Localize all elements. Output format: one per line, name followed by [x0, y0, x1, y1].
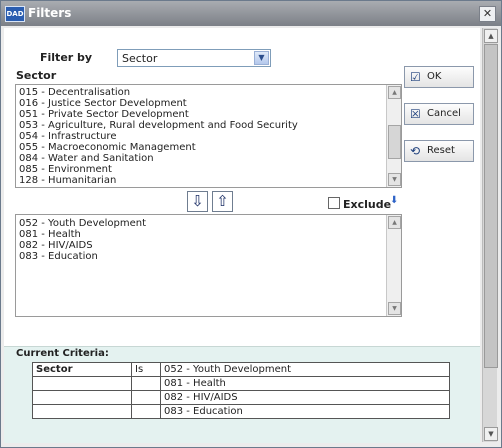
- table-row: 082 - HIV/AIDS: [32, 390, 450, 405]
- criteria-operator-empty: [131, 376, 161, 391]
- criteria-value: 052 - Youth Development: [160, 362, 450, 377]
- move-up-button[interactable]: ⇧: [212, 191, 233, 212]
- checkbox-check-icon: ☑: [410, 70, 421, 84]
- list-item[interactable]: 085 - Environment: [19, 164, 112, 175]
- criteria-title: Current Criteria:: [16, 348, 109, 359]
- available-list-scrollbar[interactable]: ▲ ▼: [386, 85, 401, 187]
- reset-icon: ⟲: [410, 144, 421, 158]
- window-scrollbar[interactable]: ▲ ▼: [482, 28, 498, 442]
- filter-by-select[interactable]: Sector ▼: [117, 49, 271, 67]
- arrow-up-icon: ⇧: [216, 192, 229, 210]
- criteria-operator: Is: [131, 362, 161, 377]
- list-item[interactable]: 128 - Humanitarian: [19, 175, 116, 186]
- move-down-button[interactable]: ⇩: [187, 191, 208, 212]
- scroll-down-icon[interactable]: ▼: [484, 427, 498, 441]
- criteria-field-empty: [32, 404, 132, 419]
- ok-button[interactable]: ☑ OK: [404, 66, 474, 88]
- list-item[interactable]: 083 - Education: [19, 251, 98, 262]
- title-bar[interactable]: DAD Filters ✕: [1, 1, 501, 26]
- criteria-field-empty: [32, 390, 132, 405]
- criteria-value: 082 - HIV/AIDS: [160, 390, 450, 405]
- criteria-operator-empty: [131, 404, 161, 419]
- criteria-value: 081 - Health: [160, 376, 450, 391]
- cancel-button[interactable]: ☒ Cancel: [404, 103, 474, 125]
- arrow-down-icon: ⇩: [191, 192, 204, 210]
- info-icon[interactable]: ⬇: [390, 195, 398, 206]
- table-row: 081 - Health: [32, 376, 450, 391]
- criteria-field-empty: [32, 376, 132, 391]
- list-item[interactable]: 055 - Macroeconomic Management: [19, 142, 196, 153]
- filter-by-label: Filter by: [40, 51, 93, 64]
- available-sectors-list[interactable]: 015 - Decentralisation 016 - Justice Sec…: [15, 84, 402, 188]
- filter-by-value: Sector: [122, 52, 158, 65]
- scroll-thumb[interactable]: [484, 44, 498, 368]
- scroll-down-icon[interactable]: ▼: [388, 302, 401, 315]
- table-row: 083 - Education: [32, 404, 450, 419]
- reset-button[interactable]: ⟲ Reset: [404, 140, 474, 162]
- sector-label: Sector: [16, 69, 57, 82]
- close-button[interactable]: ✕: [479, 6, 496, 22]
- scroll-thumb[interactable]: [388, 125, 401, 159]
- list-item[interactable]: 084 - Water and Sanitation: [19, 153, 154, 164]
- close-icon: ✕: [482, 7, 493, 20]
- list-item[interactable]: 082 - HIV/AIDS: [19, 240, 93, 251]
- selected-sectors-list[interactable]: 052 - Youth Development 081 - Health 082…: [15, 214, 402, 317]
- exclude-label: Exclude: [343, 198, 392, 211]
- window-title: Filters: [28, 6, 72, 20]
- criteria-table: Sector Is 052 - Youth Development 081 - …: [32, 362, 450, 419]
- scroll-down-icon[interactable]: ▼: [388, 173, 401, 186]
- list-item[interactable]: 051 - Private Sector Development: [19, 109, 189, 120]
- list-item[interactable]: 016 - Justice Sector Development: [19, 98, 187, 109]
- scroll-up-icon[interactable]: ▲: [388, 216, 401, 229]
- exclude-checkbox[interactable]: [328, 197, 340, 209]
- list-item[interactable]: 052 - Youth Development: [19, 218, 146, 229]
- cancel-x-icon: ☒: [410, 107, 421, 121]
- cancel-button-label: Cancel: [427, 108, 461, 119]
- list-item[interactable]: 015 - Decentralisation: [19, 87, 130, 98]
- table-row: Sector Is 052 - Youth Development: [32, 362, 450, 377]
- chevron-down-icon[interactable]: ▼: [254, 51, 269, 65]
- app-icon: DAD: [5, 6, 25, 22]
- scroll-up-icon[interactable]: ▲: [388, 86, 401, 99]
- ok-button-label: OK: [427, 71, 442, 82]
- criteria-value: 083 - Education: [160, 404, 450, 419]
- list-item[interactable]: 054 - Infrastructure: [19, 131, 116, 142]
- criteria-field: Sector: [32, 362, 132, 377]
- list-item[interactable]: 081 - Health: [19, 229, 81, 240]
- scroll-up-icon[interactable]: ▲: [484, 29, 498, 43]
- criteria-operator-empty: [131, 390, 161, 405]
- reset-button-label: Reset: [427, 145, 455, 156]
- list-item[interactable]: 053 - Agriculture, Rural development and…: [19, 120, 298, 131]
- selected-list-scrollbar[interactable]: ▲ ▼: [386, 215, 401, 316]
